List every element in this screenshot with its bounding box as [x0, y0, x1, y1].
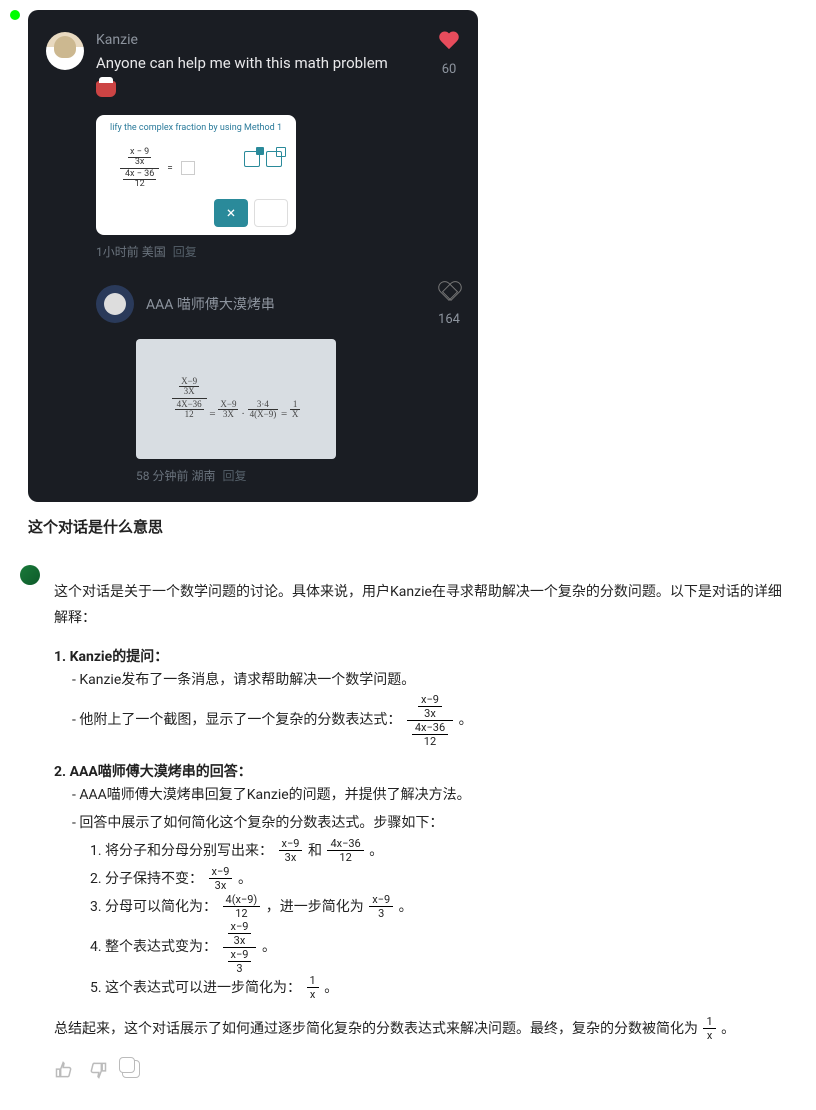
user-question: 这个对话是什么意思: [28, 516, 788, 537]
reply-username: AAA 喵师傅大漠烤串: [146, 294, 275, 314]
reply-avatar: [96, 285, 134, 323]
post-text: Anyone can help me with this math proble…: [96, 52, 430, 75]
badge-icon: [96, 81, 116, 97]
step-2: 2. 分子保持不变： x−93x 。: [90, 865, 788, 893]
answer-box: [181, 161, 195, 175]
copy-icon[interactable]: [122, 1060, 140, 1078]
step-1: 1. 将分子和分母分别写出来： x−93x 和 4x−3612 。: [90, 837, 788, 865]
answer-intro: 这个对话是关于一个数学问题的讨论。具体来说，用户Kanzie在寻求帮助解决一个复…: [54, 579, 788, 632]
s2-line-b: - 回答中展示了如何简化这个复杂的分数表达式。步骤如下：: [72, 809, 788, 837]
step-4: 4. 整个表达式变为： x−93x x−93 。: [90, 921, 788, 974]
ai-avatar-icon: [20, 565, 40, 585]
step-3: 3. 分母可以简化为： 4(x−9)12 ，进一步简化为 x−93 。: [90, 893, 788, 921]
social-post-screenshot: Kanzie Anyone can help me with this math…: [28, 10, 478, 502]
like-count: 60: [438, 62, 460, 77]
avatar: [46, 32, 84, 70]
reply-like-icon[interactable]: [438, 282, 460, 302]
multiply-button: ×: [214, 199, 248, 227]
section2-title: 2. AAA喵师傅大漠烤串的回答：: [54, 764, 252, 780]
reply-link[interactable]: 回复: [173, 245, 197, 259]
post-meta: 1小时前 美国 回复: [96, 243, 460, 260]
math-problem-image: lify the complex fraction by using Metho…: [96, 115, 296, 235]
s2-line-a: - AAA喵师傅大漠烤串回复了Kanzie的问题，并提供了解决方法。: [72, 781, 788, 809]
post-username: Kanzie: [96, 32, 430, 48]
ai-answer: 这个对话是关于一个数学问题的讨论。具体来说，用户Kanzie在寻求帮助解决一个复…: [28, 563, 788, 1091]
problem-prompt: lify the complex fraction by using Metho…: [106, 123, 286, 133]
answer-actions: [54, 1060, 788, 1080]
handwritten-solution-image: X−93X 4X−3612 = X−93X · 3·44(X−9) = 1X: [136, 339, 336, 459]
thumbs-down-icon[interactable]: [88, 1060, 108, 1080]
status-dot: [10, 10, 20, 20]
blank-button: [254, 199, 288, 227]
answer-summary: 总结起来，这个对话展示了如何通过逐步简化复杂的分数表达式来解决问题。最终，复杂的…: [54, 1016, 788, 1043]
like-heart-icon[interactable]: [438, 32, 460, 52]
step-5: 5. 这个表达式可以进一步简化为： 1x 。: [90, 974, 788, 1002]
section1-title: 1. Kanzie的提问：: [54, 649, 168, 665]
reply-like-count: 164: [438, 312, 460, 327]
reply-meta: 58 分钟前 湖南 回复: [136, 467, 460, 484]
s1-line-a: - Kanzie发布了一条消息，请求帮助解决一个数学问题。: [72, 666, 788, 694]
s1-line-b: - 他附上了一个截图，显示了一个复杂的分数表达式： x−93x 4x−3612 …: [72, 694, 788, 747]
reply-reply-link[interactable]: 回复: [222, 469, 246, 483]
thumbs-up-icon[interactable]: [54, 1060, 74, 1080]
